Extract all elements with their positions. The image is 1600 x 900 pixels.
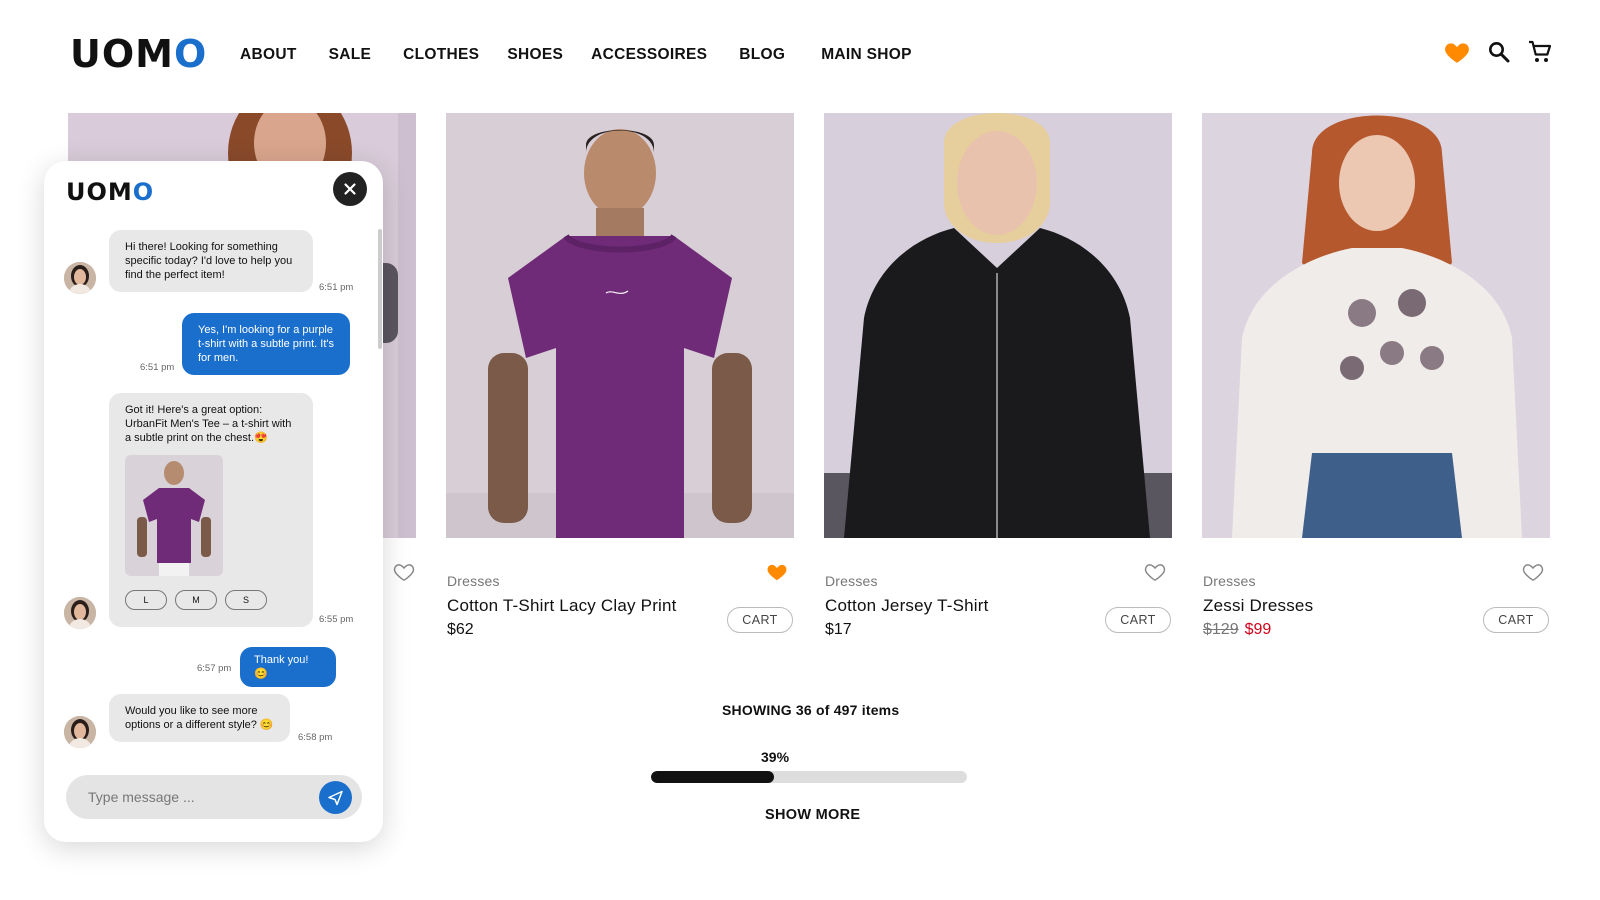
- close-chat-button[interactable]: [333, 172, 367, 206]
- nav-clothes[interactable]: CLOTHES: [403, 46, 479, 64]
- cart-icon[interactable]: [1528, 40, 1552, 64]
- size-options: L M S: [125, 590, 297, 610]
- logo-accent: O: [173, 32, 208, 76]
- product-image[interactable]: [446, 113, 794, 538]
- product-price: $17: [825, 621, 852, 638]
- product-card[interactable]: Dresses Zessi Dresses $129 $99 CART: [1202, 113, 1550, 638]
- shop-page: UOMO ABOUT SALE CLOTHES SHOES ACCESSOIRE…: [0, 0, 1600, 900]
- progress-bar: [651, 771, 967, 783]
- product-card[interactable]: Dresses Cotton Jersey T-Shirt $17 CART: [824, 113, 1172, 638]
- search-icon[interactable]: [1488, 41, 1510, 63]
- chat-logo-text: UOM: [66, 178, 133, 206]
- add-to-cart-button[interactable]: CART: [1105, 607, 1171, 633]
- nav-shoes[interactable]: SHOES: [507, 46, 563, 64]
- add-to-cart-button[interactable]: CART: [1483, 607, 1549, 633]
- chat-scrollbar[interactable]: [378, 229, 382, 349]
- chat-logo: UOMO: [66, 178, 154, 206]
- favorite-heart-icon[interactable]: [1522, 562, 1544, 587]
- send-icon: [328, 790, 343, 806]
- product-card[interactable]: Dresses Cotton T-Shirt Lacy Clay Print $…: [446, 113, 794, 638]
- favorite-heart-icon[interactable]: [1144, 562, 1166, 587]
- old-price: $129: [1203, 621, 1239, 638]
- bot-message-text: Got it! Here's a great option: UrbanFit …: [125, 404, 292, 444]
- message-time: 6:55 pm: [319, 614, 354, 625]
- chat-message-input[interactable]: [88, 775, 308, 819]
- main-nav: ABOUT SALE CLOTHES SHOES ACCESSOIRES BLO…: [240, 46, 944, 64]
- heart-icon[interactable]: [1444, 40, 1470, 64]
- product-price: $62: [447, 621, 474, 638]
- send-button[interactable]: [319, 781, 352, 814]
- nav-sale[interactable]: SALE: [329, 46, 372, 64]
- add-to-cart-button[interactable]: CART: [727, 607, 793, 633]
- product-price: $129 $99: [1203, 621, 1271, 639]
- user-message: Yes, I'm looking for a purple t-shirt wi…: [182, 313, 350, 375]
- close-icon: [344, 183, 356, 195]
- nav-accessoires[interactable]: ACCESSOIRES: [591, 46, 707, 64]
- logo-text: UOM: [70, 32, 174, 76]
- product-category: Dresses: [447, 573, 500, 589]
- chat-logo-accent: O: [132, 178, 155, 206]
- product-image[interactable]: [824, 113, 1172, 538]
- bot-message-product: Got it! Here's a great option: UrbanFit …: [109, 393, 313, 627]
- message-time: 6:51 pm: [319, 282, 354, 293]
- items-count: SHOWING 36 of 497 items: [722, 702, 900, 718]
- agent-avatar: [64, 597, 96, 629]
- user-message: Thank you! 😊: [240, 647, 336, 687]
- product-name[interactable]: Cotton Jersey T-Shirt: [825, 596, 989, 616]
- message-time: 6:51 pm: [140, 362, 175, 373]
- chat-widget: UOMO Hi there! Looking for something spe…: [44, 161, 383, 842]
- nav-about[interactable]: ABOUT: [240, 46, 297, 64]
- chat-input-bar: [66, 775, 362, 819]
- header-actions: [1444, 40, 1552, 64]
- brand-logo[interactable]: UOMO: [70, 34, 207, 74]
- agent-avatar: [64, 262, 96, 294]
- show-more-button[interactable]: SHOW MORE: [765, 807, 860, 823]
- agent-avatar: [64, 716, 96, 748]
- nav-main-shop[interactable]: MAIN SHOP: [821, 46, 912, 64]
- progress-percent: 39%: [761, 749, 790, 765]
- product-name[interactable]: Cotton T-Shirt Lacy Clay Print: [447, 596, 677, 616]
- product-category: Dresses: [1203, 573, 1256, 589]
- size-option-m[interactable]: M: [175, 590, 217, 610]
- bot-message: Hi there! Looking for something specific…: [109, 230, 313, 292]
- size-option-s[interactable]: S: [225, 590, 267, 610]
- product-category: Dresses: [825, 573, 878, 589]
- suggested-product-image[interactable]: [125, 455, 223, 576]
- progress-fill: [651, 771, 775, 783]
- bot-message: Would you like to see more options or a …: [109, 694, 290, 742]
- nav-blog[interactable]: BLOG: [739, 46, 785, 64]
- favorite-heart-icon[interactable]: [766, 562, 788, 587]
- message-time: 6:57 pm: [197, 663, 232, 674]
- size-option-l[interactable]: L: [125, 590, 167, 610]
- product-image[interactable]: [1202, 113, 1550, 538]
- sale-price: $99: [1244, 621, 1272, 638]
- message-time: 6:58 pm: [298, 732, 333, 743]
- favorite-heart-icon[interactable]: [393, 562, 415, 587]
- product-name[interactable]: Zessi Dresses: [1203, 596, 1313, 616]
